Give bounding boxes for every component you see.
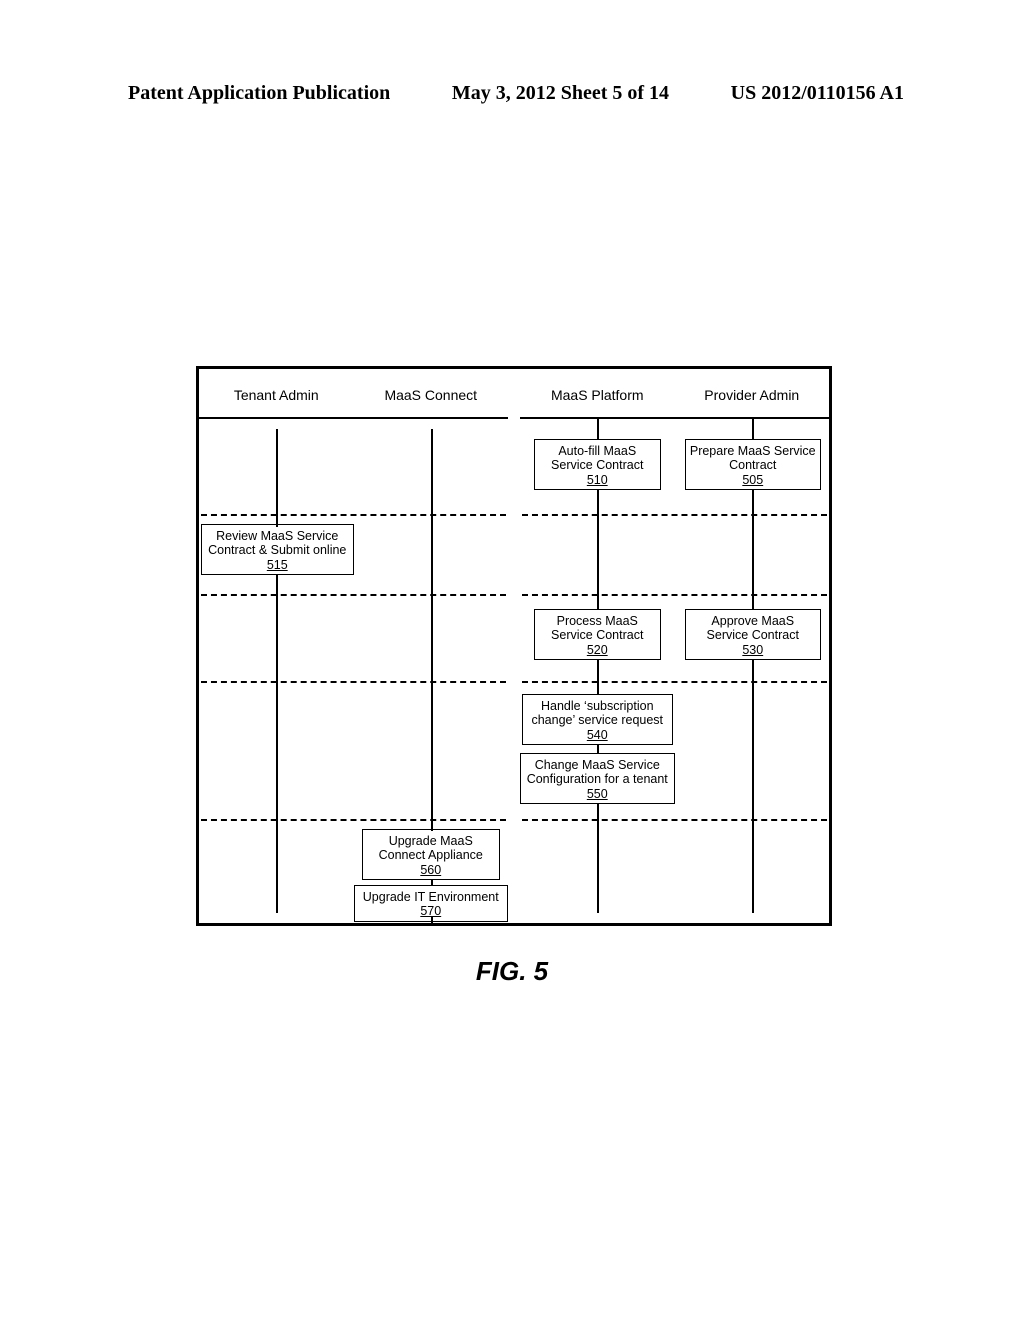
figure-label: FIG. 5 bbox=[0, 956, 1024, 987]
step-510-text: Auto-fill MaaS Service Contract bbox=[551, 444, 643, 472]
step-560-text: Upgrade MaaS Connect Appliance bbox=[379, 834, 483, 862]
lane-header-provider-admin: Provider Admin bbox=[675, 369, 830, 413]
step-510-num: 510 bbox=[539, 473, 656, 487]
step-560-num: 560 bbox=[367, 863, 496, 877]
lane-header-tenant-admin: Tenant Admin bbox=[199, 369, 354, 413]
step-505-num: 505 bbox=[690, 473, 817, 487]
right-swimlane-group: MaaS Platform Auto-fill MaaS Service Con… bbox=[520, 369, 829, 923]
step-550: Change MaaS Service Configuration for a … bbox=[520, 753, 675, 804]
header-center: May 3, 2012 Sheet 5 of 14 bbox=[452, 82, 669, 105]
step-520: Process MaaS Service Contract 520 bbox=[534, 609, 661, 660]
header-left: Patent Application Publication bbox=[128, 82, 390, 105]
step-560: Upgrade MaaS Connect Appliance 560 bbox=[362, 829, 501, 880]
left-swimlane-group: Tenant Admin Review MaaS Service Contrac… bbox=[199, 369, 508, 923]
step-530-text: Approve MaaS Service Contract bbox=[707, 614, 799, 642]
step-530: Approve MaaS Service Contract 530 bbox=[685, 609, 822, 660]
step-530-num: 530 bbox=[690, 643, 817, 657]
step-540: Handle ‘subscription change’ service req… bbox=[522, 694, 673, 745]
step-550-text: Change MaaS Service Configuration for a … bbox=[527, 758, 668, 786]
step-515: Review MaaS Service Contract & Submit on… bbox=[201, 524, 354, 575]
lane-header-maas-platform: MaaS Platform bbox=[520, 369, 675, 413]
header-right: US 2012/0110156 A1 bbox=[731, 82, 904, 105]
lane-maas-connect: MaaS Connect Upgrade MaaS Connect Applia… bbox=[354, 369, 509, 923]
step-540-num: 540 bbox=[527, 728, 668, 742]
step-510: Auto-fill MaaS Service Contract 510 bbox=[534, 439, 661, 490]
lane-provider-admin: Provider Admin Prepare MaaS Service Cont… bbox=[675, 369, 830, 923]
step-550-num: 550 bbox=[525, 787, 670, 801]
swimlane-diagram: Tenant Admin Review MaaS Service Contrac… bbox=[196, 366, 832, 926]
step-505: Prepare MaaS Service Contract 505 bbox=[685, 439, 822, 490]
lane-tenant-admin: Tenant Admin Review MaaS Service Contrac… bbox=[199, 369, 354, 923]
step-520-text: Process MaaS Service Contract bbox=[551, 614, 643, 642]
step-570-text: Upgrade IT Environment bbox=[363, 890, 499, 904]
step-520-num: 520 bbox=[539, 643, 656, 657]
step-540-text: Handle ‘subscription change’ service req… bbox=[531, 699, 663, 727]
step-505-text: Prepare MaaS Service Contract bbox=[690, 444, 816, 472]
step-515-num: 515 bbox=[206, 558, 349, 572]
step-515-text: Review MaaS Service Contract & Submit on… bbox=[208, 529, 346, 557]
lane-maas-platform: MaaS Platform Auto-fill MaaS Service Con… bbox=[520, 369, 675, 923]
page-header: Patent Application Publication May 3, 20… bbox=[0, 82, 1024, 105]
lane-header-maas-connect: MaaS Connect bbox=[354, 369, 509, 413]
